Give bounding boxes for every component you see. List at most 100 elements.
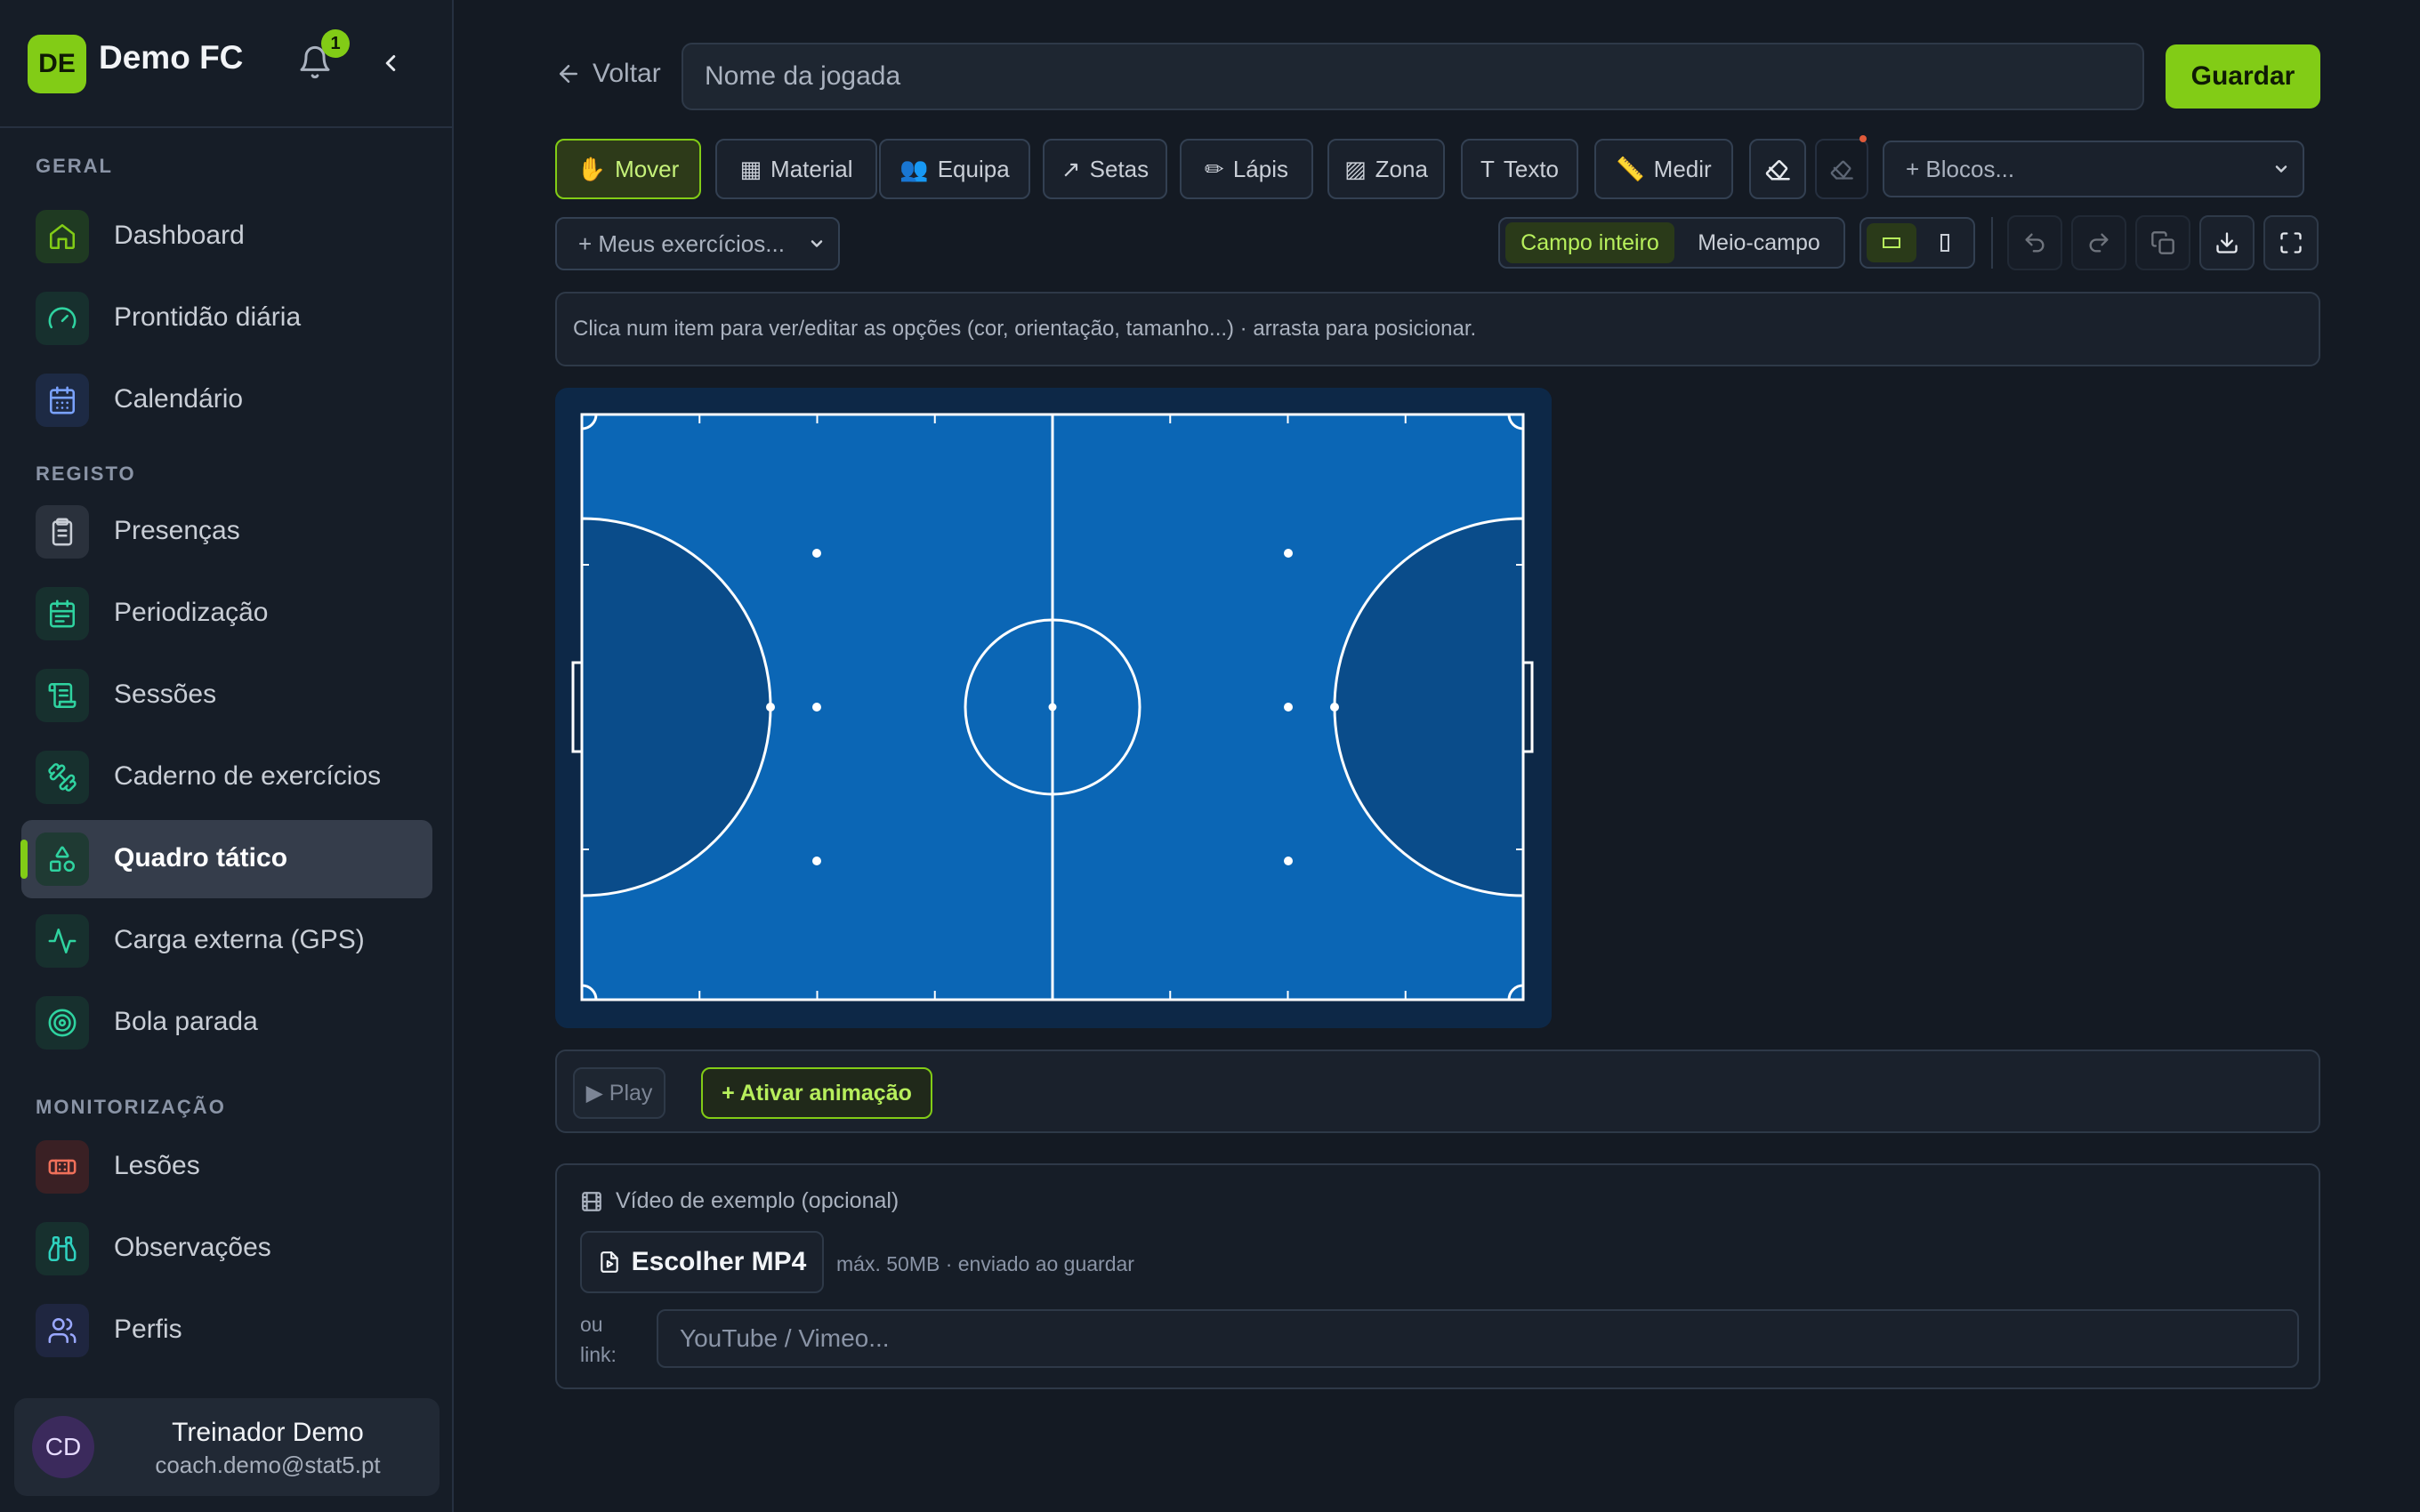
clipboard-icon — [36, 505, 89, 559]
sidebar-item-label: Dashboard — [114, 221, 245, 250]
play-button[interactable]: ▶ Play — [573, 1067, 666, 1119]
sidebar-item-lesoes[interactable]: Lesões — [21, 1128, 432, 1206]
hand-icon: ✋ — [577, 155, 607, 182]
tool-material-button[interactable]: ▦ Material — [715, 139, 877, 199]
tool-label: Material — [770, 155, 853, 182]
calendar-range-icon — [36, 587, 89, 640]
play-name-input[interactable] — [682, 43, 2144, 110]
sidebar-item-quadro-tatico[interactable]: Quadro tático — [20, 820, 432, 898]
sidebar-item-label: Calendário — [114, 384, 244, 414]
sidebar-item-perfis[interactable]: Perfis — [21, 1291, 432, 1370]
hint-bar: Clica num item para ver/editar as opções… — [555, 292, 2320, 366]
back-label: Voltar — [593, 59, 661, 88]
chevron-down-icon — [2275, 165, 2287, 173]
choose-mp4-label: Escolher MP4 — [631, 1247, 807, 1276]
sidebar-item-calendario[interactable]: Calendário — [21, 361, 432, 439]
redo-button[interactable] — [2071, 215, 2126, 270]
avatar: CD — [32, 1416, 94, 1478]
gauge-icon — [36, 292, 89, 345]
penalty-spot — [1284, 857, 1293, 865]
user-card[interactable]: CD Treinador Demo coach.demo@stat5.pt — [14, 1398, 440, 1496]
portrait-button[interactable] — [1920, 223, 1970, 262]
video-link-input[interactable] — [657, 1309, 2299, 1368]
undo-button[interactable] — [2007, 215, 2062, 270]
sidebar-item-prontidao-diaria[interactable]: Prontidão diária — [21, 279, 432, 358]
download-button[interactable] — [2199, 215, 2255, 270]
tool-label: Medir — [1653, 155, 1712, 182]
eraser-clear-icon — [1830, 160, 1853, 180]
section-title-registo: REGISTO — [36, 462, 136, 485]
eraser-button[interactable] — [1749, 139, 1806, 199]
user-email: coach.demo@stat5.pt — [155, 1452, 381, 1478]
sidebar-item-caderno-de-exercicios[interactable]: Caderno de exercícios — [21, 738, 432, 816]
bandage-icon — [36, 1140, 89, 1194]
choose-mp4-button[interactable]: Escolher MP4 — [580, 1231, 824, 1293]
shapes-icon — [36, 832, 89, 886]
target-icon — [36, 996, 89, 1050]
tool-setas-button[interactable]: ↗ Setas — [1043, 139, 1167, 199]
tool-lapis-button[interactable]: ✏ Lápis — [1180, 139, 1313, 199]
blocks-select[interactable]: + Blocos... — [1883, 141, 2304, 197]
fullscreen-icon — [2280, 232, 2302, 253]
brand-logo[interactable]: DE — [28, 35, 86, 93]
unsaved-dot — [1859, 135, 1867, 142]
exercises-select[interactable]: + Meus exercícios... — [555, 217, 840, 270]
section-title-monitorizacao: MONITORIZAÇÃO — [36, 1096, 226, 1118]
tool-medir-button[interactable]: 📏 Medir — [1594, 139, 1733, 199]
undo-icon — [2025, 233, 2045, 253]
orientation-toggle — [1859, 217, 1975, 269]
eraser-icon — [1765, 160, 1790, 181]
sidebar-item-carga-externa-gps[interactable]: Carga externa (GPS) — [21, 902, 432, 980]
video-section: Vídeo de exemplo (opcional) Escolher MP4… — [555, 1163, 2320, 1389]
copy-icon — [2151, 231, 2174, 254]
pencil-icon: ✏ — [1205, 155, 1224, 182]
tool-label: Texto — [1503, 155, 1560, 182]
landscape-button[interactable] — [1867, 223, 1916, 262]
tool-texto-button[interactable]: T Texto — [1461, 139, 1578, 199]
field-mode-full[interactable]: Campo inteiro — [1505, 222, 1674, 263]
or-link-label: ou link: — [580, 1313, 617, 1366]
arrow-icon: ↗ — [1061, 155, 1081, 182]
sidebar-item-presencas[interactable]: Presenças — [21, 493, 432, 571]
sidebar-item-label: Periodização — [114, 598, 269, 627]
file-video-icon — [600, 1251, 618, 1273]
penalty-spot — [812, 703, 821, 712]
sidebar-item-observacoes[interactable]: Observações — [21, 1210, 432, 1288]
tool-label: Equipa — [937, 155, 1010, 182]
tool-equipa-button[interactable]: 👥 Equipa — [879, 139, 1030, 199]
activate-animation-button[interactable]: + Ativar animação — [701, 1067, 932, 1119]
sidebar-item-bola-parada[interactable]: Bola parada — [21, 984, 432, 1062]
pitch-container[interactable] — [555, 388, 1552, 1028]
field-mode-half[interactable]: Meio-campo — [1678, 222, 1840, 263]
tool-mover-button[interactable]: ✋ Mover — [555, 139, 701, 199]
chevron-left-icon[interactable] — [377, 48, 404, 78]
sidebar-item-periodizacao[interactable]: Periodização — [21, 575, 432, 653]
sidebar-item-dashboard[interactable]: Dashboard — [21, 197, 432, 276]
users-icon — [36, 1304, 89, 1357]
duplicate-button[interactable] — [2135, 215, 2190, 270]
calendar-icon — [36, 374, 89, 427]
fullscreen-button[interactable] — [2263, 215, 2319, 270]
clear-all-button[interactable] — [1815, 139, 1868, 199]
futsal-pitch[interactable] — [555, 388, 1552, 1028]
download-icon — [2216, 232, 2238, 253]
sidebar-item-label: Carga externa (GPS) — [114, 925, 365, 954]
landscape-icon — [1883, 237, 1900, 248]
app-root: DE Demo FC 1 GERAL REGISTO MONITORIZAÇÃO… — [0, 0, 2420, 1512]
tool-zona-button[interactable]: ▨ Zona — [1327, 139, 1445, 199]
user-name: Treinador Demo — [172, 1418, 364, 1447]
sidebar-item-label: Prontidão diária — [114, 302, 302, 332]
grid-icon: ▦ — [739, 155, 762, 182]
arrow-left-icon — [560, 65, 577, 83]
sidebar-item-sessoes[interactable]: Sessões — [21, 656, 432, 735]
back-button[interactable]: Voltar — [555, 59, 661, 89]
penalty-spot — [1330, 703, 1339, 712]
binoculars-icon — [36, 1222, 89, 1275]
penalty-spot — [812, 857, 821, 865]
sidebar-item-label: Perfis — [114, 1315, 182, 1344]
center-spot — [1048, 703, 1057, 712]
save-button[interactable]: Guardar — [2166, 44, 2320, 109]
brand-name[interactable]: Demo FC — [99, 39, 243, 76]
tool-label: Zona — [1375, 155, 1428, 182]
field-mode-toggle: Campo inteiro Meio-campo — [1498, 217, 1845, 269]
